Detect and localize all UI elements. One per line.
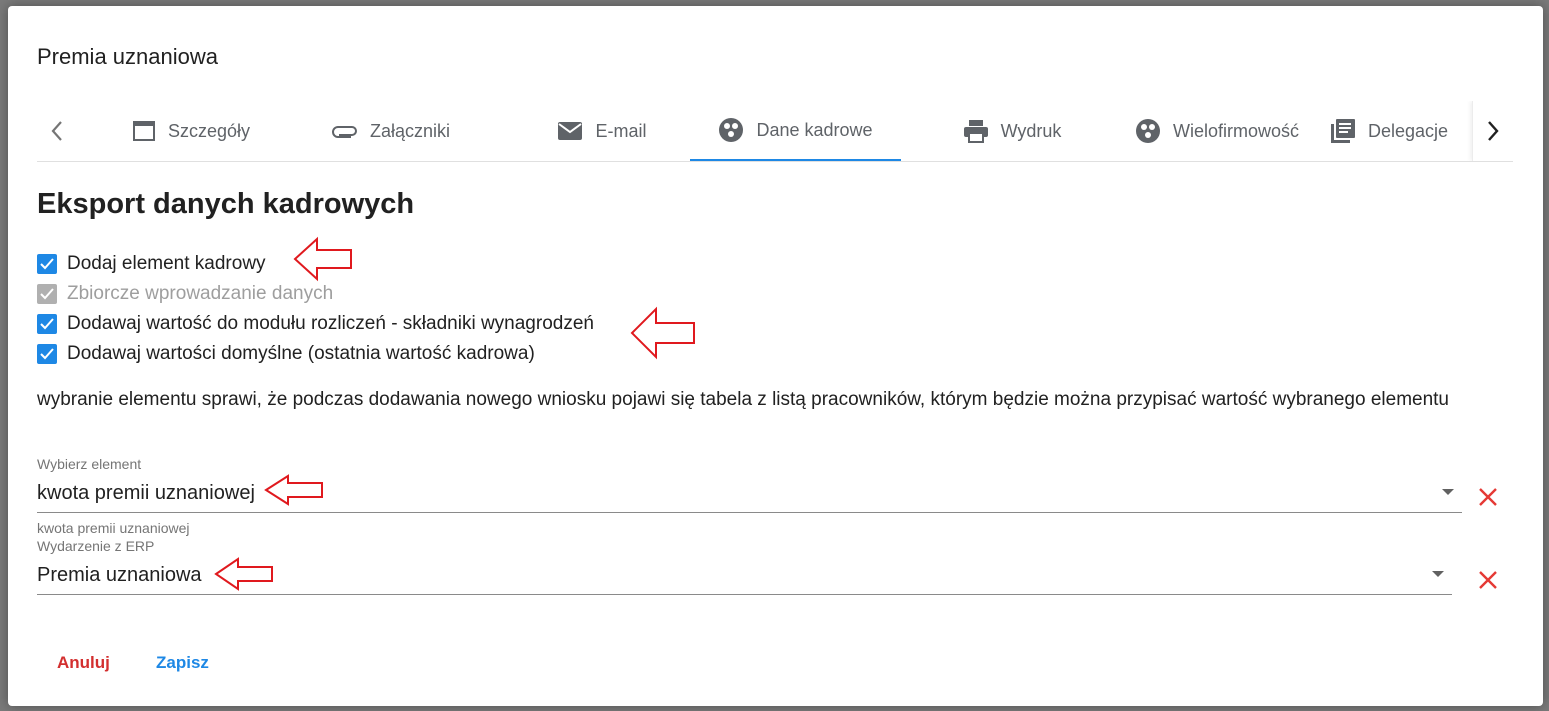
tab-email[interactable]: E-mail — [527, 101, 677, 161]
tab-label: Wielofirmowość — [1172, 120, 1300, 141]
checkbox-zbiorcze: Zbiorcze wprowadzanie danych — [37, 281, 333, 307]
tab-delegacje[interactable]: Delegacje — [1330, 101, 1467, 161]
tabs-scroll-left-button[interactable] — [37, 101, 77, 161]
tab-label: Wydruk — [1000, 120, 1062, 141]
tab-list: Szczegóły Załączniki E-mail Dane kadrowe… — [77, 101, 1467, 161]
dialog-title: Premia uznaniowa — [37, 44, 218, 69]
chevron-right-icon — [1488, 121, 1499, 141]
tab-label: Dane kadrowe — [756, 119, 873, 140]
element-select-value: kwota premii uznaniowej — [37, 482, 255, 504]
section-title: Eksport danych kadrowych — [37, 188, 415, 220]
checkbox-checked-icon — [37, 284, 57, 304]
checkbox-label: Zbiorcze wprowadzanie danych — [67, 283, 334, 304]
erp-field-label: Wydarzenie z ERP — [37, 538, 155, 554]
tab-label: Delegacje — [1368, 120, 1449, 141]
checkbox-wartosci-domyslne[interactable]: Dodawaj wartości domyślne (ostatnia wart… — [37, 341, 535, 367]
window-icon — [132, 120, 156, 142]
checkbox-label: Dodawaj wartości domyślne (ostatnia wart… — [67, 343, 535, 364]
save-button[interactable]: Zapisz — [156, 653, 209, 673]
close-icon — [1479, 571, 1497, 589]
tab-wielofirmowosc[interactable]: Wielofirmowość — [1122, 101, 1312, 161]
erp-event-select-value: Premia uznaniowa — [37, 564, 202, 586]
tab-dane-kadrowe[interactable]: Dane kadrowe — [690, 101, 901, 161]
mail-icon — [557, 121, 583, 141]
element-hint: kwota premii uznaniowej — [37, 520, 190, 536]
dropdown-arrow-icon[interactable] — [1442, 489, 1454, 495]
checkbox-label: Dodaj element kadrowy — [67, 253, 266, 274]
element-select[interactable]: kwota premii uznaniowej — [37, 474, 1462, 513]
group-icon — [1135, 118, 1161, 144]
tab-bar: Szczegóły Załączniki E-mail Dane kadrowe… — [37, 101, 1513, 162]
checkbox-modul-rozliczen[interactable]: Dodawaj wartość do modułu rozliczeń - sk… — [37, 311, 594, 337]
tab-szczegoly[interactable]: Szczegóły — [111, 101, 271, 161]
tab-label: E-mail — [595, 120, 647, 141]
checkbox-checked-icon[interactable] — [37, 254, 57, 274]
tabs-scroll-right-button[interactable] — [1472, 101, 1513, 161]
close-icon — [1479, 488, 1497, 506]
printer-icon — [963, 119, 989, 143]
tab-label: Szczegóły — [167, 120, 251, 141]
tab-label: Załączniki — [369, 120, 451, 141]
paperclip-icon — [332, 123, 358, 139]
erp-event-select[interactable]: Premia uznaniowa — [37, 556, 1452, 595]
dialog: Premia uznaniowa Szczegóły Załączniki E-… — [8, 6, 1543, 706]
checkbox-checked-icon[interactable] — [37, 344, 57, 364]
cancel-button[interactable]: Anuluj — [57, 653, 110, 673]
checkbox-label: Dodawaj wartość do modułu rozliczeń - sk… — [67, 313, 594, 334]
checkbox-dodaj-element[interactable]: Dodaj element kadrowy — [37, 251, 266, 277]
chevron-left-icon — [51, 121, 62, 141]
group-icon — [718, 117, 744, 143]
tab-zalaczniki[interactable]: Załączniki — [311, 101, 471, 161]
element-field-label: Wybierz element — [37, 456, 142, 472]
tab-wydruk[interactable]: Wydruk — [937, 101, 1087, 161]
library-icon — [1330, 118, 1356, 144]
description-text: wybranie elementu sprawi, że podczas dod… — [37, 389, 1450, 410]
dropdown-arrow-icon[interactable] — [1432, 571, 1444, 577]
clear-erp-button[interactable] — [1476, 568, 1500, 592]
checkbox-checked-icon[interactable] — [37, 314, 57, 334]
clear-element-button[interactable] — [1476, 485, 1500, 509]
